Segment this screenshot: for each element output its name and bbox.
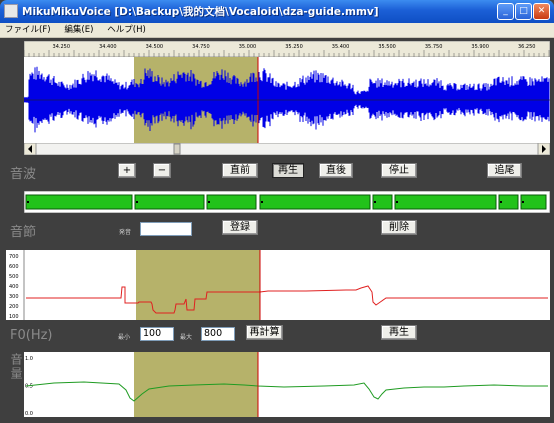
note-block[interactable] — [134, 194, 205, 210]
y-tick-label: 700 — [9, 254, 19, 260]
ruler-tick-label: 34.400 — [99, 44, 117, 50]
menu-edit[interactable]: 編集(E) — [64, 23, 93, 38]
note-block[interactable] — [394, 194, 497, 210]
window-title: MikuMikuVoice [D:\Backup\我的文档\Vocaloid\d… — [22, 6, 379, 18]
note-track[interactable] — [24, 191, 550, 213]
ruler-tick-label: 35.750 — [425, 44, 443, 50]
waveform-section-label: 音波 — [10, 167, 37, 182]
prev-button[interactable]: 直前 — [222, 163, 258, 178]
volume-view[interactable]: 1.0 0.5 0.0 — [24, 352, 550, 417]
ruler-tick-label: 34.500 — [146, 44, 164, 50]
max-pitch-input[interactable]: 800 — [201, 327, 235, 341]
recalculate-button[interactable]: 再計算 — [246, 325, 283, 340]
zoom-in-button[interactable]: + — [118, 163, 136, 178]
max-label: 最大 — [180, 334, 193, 341]
y-tick-label: 0.0 — [25, 411, 33, 417]
pitch-panel: 700 600 500 400 300 200 100 F0(Hz) 最小 100 最大 8… — [4, 247, 550, 346]
ruler-tick-label: 35.500 — [378, 44, 396, 50]
stop-button[interactable]: 停止 — [381, 163, 417, 178]
register-button[interactable]: 登録 — [222, 220, 258, 235]
waveform-panel: 34.250 34.400 34.500 34.750 35.000 35.250 35.4… — [4, 39, 550, 187]
min-label: 最小 — [118, 334, 131, 341]
note-block[interactable] — [259, 194, 371, 210]
zoom-out-button[interactable]: − — [153, 163, 171, 178]
note-block[interactable] — [25, 194, 133, 210]
ruler-tick-label: 35.000 — [239, 44, 256, 50]
y-tick-label: 1.0 — [25, 356, 33, 362]
y-tick-label: 200 — [9, 304, 19, 310]
menu-file[interactable]: ファイル(F) — [5, 23, 51, 38]
notes-section-label: 音節 — [10, 225, 37, 240]
follow-button[interactable]: 追尾 — [487, 163, 522, 178]
next-button[interactable]: 直後 — [319, 163, 353, 178]
note-block[interactable] — [520, 194, 547, 210]
scroll-thumb[interactable] — [173, 143, 181, 155]
minimize-button[interactable]: _ — [497, 3, 514, 20]
y-tick-label: 100 — [9, 314, 19, 320]
play-button[interactable]: 再生 — [272, 163, 304, 178]
volume-section-label: 音量 — [9, 353, 23, 381]
menu-help[interactable]: ヘルプ(H) — [107, 23, 146, 38]
pitch-view[interactable]: 700 600 500 400 300 200 100 — [6, 250, 550, 320]
waveform-view[interactable] — [24, 57, 550, 143]
title-bar: MikuMikuVoice [D:\Backup\我的文档\Vocaloid\d… — [0, 0, 554, 23]
app-icon — [4, 4, 18, 18]
y-tick-label: 600 — [9, 264, 19, 270]
ruler-tick-label: 35.400 — [332, 44, 350, 50]
lyric-input[interactable] — [140, 222, 192, 236]
volume-panel: 音量 1.0 0.5 0.0 — [4, 349, 550, 422]
y-tick-label: 500 — [9, 274, 19, 280]
menu-bar: ファイル(F) 編集(E) ヘルプ(H) — [0, 23, 554, 38]
pitch-play-button[interactable]: 再生 — [381, 325, 417, 340]
note-block[interactable] — [206, 194, 257, 210]
delete-button[interactable]: 削除 — [381, 220, 417, 235]
selection-region — [136, 250, 260, 320]
notes-panel: 音節 発音 登録 削除 — [4, 189, 550, 244]
time-ruler: 34.250 34.400 34.500 34.750 35.000 35.250 35.4… — [24, 41, 550, 57]
y-tick-label: 0.5 — [25, 384, 33, 390]
ruler-tick-label: 36.250 — [518, 44, 536, 50]
ruler-tick-label: 35.250 — [285, 44, 303, 50]
maximize-button[interactable]: □ — [515, 3, 532, 20]
y-tick-label: 400 — [9, 284, 19, 290]
horizontal-scrollbar[interactable] — [24, 143, 550, 155]
y-tick-label: 300 — [9, 294, 19, 300]
pitch-section-label: F0(Hz) — [10, 328, 53, 343]
lyric-label: 発音 — [119, 229, 132, 236]
min-pitch-input[interactable]: 100 — [140, 327, 174, 341]
ruler-tick-label: 34.750 — [192, 44, 210, 50]
ruler-tick-label: 34.250 — [53, 44, 71, 50]
ruler-tick-label: 35.900 — [471, 44, 489, 50]
close-button[interactable]: ✕ — [533, 3, 550, 20]
